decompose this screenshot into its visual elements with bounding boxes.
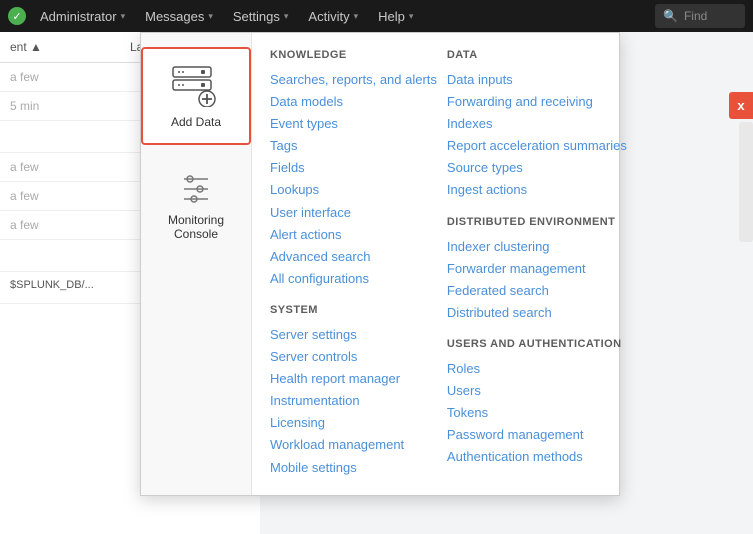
- link-workload-management[interactable]: Workload management: [270, 434, 437, 456]
- link-federated-search[interactable]: Federated search: [447, 280, 627, 302]
- data-section: DATA Data inputs Forwarding and receivin…: [447, 49, 627, 202]
- link-indexes[interactable]: Indexes: [447, 113, 627, 135]
- link-distributed-search[interactable]: Distributed search: [447, 302, 627, 324]
- knowledge-system-column: KNOWLEDGE Searches, reports, and alerts …: [270, 49, 447, 479]
- link-indexer-clustering[interactable]: Indexer clustering: [447, 236, 627, 258]
- monitoring-console-icon: [176, 169, 216, 205]
- link-user-interface[interactable]: User interface: [270, 202, 437, 224]
- nav-label-settings: Settings: [233, 9, 280, 24]
- link-data-inputs[interactable]: Data inputs: [447, 69, 627, 91]
- add-data-icon: [169, 63, 223, 107]
- caret-icon: ▾: [354, 11, 359, 22]
- caret-icon: ▾: [284, 11, 289, 22]
- link-lookups[interactable]: Lookups: [270, 179, 437, 201]
- link-searches-reports-alerts[interactable]: Searches, reports, and alerts: [270, 69, 437, 91]
- nav-item-administrator[interactable]: Administrator ▾: [30, 0, 135, 32]
- link-mobile-settings[interactable]: Mobile settings: [270, 457, 437, 479]
- link-ingest-actions[interactable]: Ingest actions: [447, 179, 627, 201]
- dropdown-sidebar: Add Data Monitoring Console: [141, 33, 252, 495]
- knowledge-header: KNOWLEDGE: [270, 49, 437, 61]
- search-bar[interactable]: 🔍 Find: [655, 4, 745, 28]
- link-forwarder-management[interactable]: Forwarder management: [447, 258, 627, 280]
- caret-icon: ▾: [208, 11, 213, 22]
- search-icon: 🔍: [663, 9, 678, 23]
- link-tokens[interactable]: Tokens: [447, 402, 627, 424]
- link-event-types[interactable]: Event types: [270, 113, 437, 135]
- link-authentication-methods[interactable]: Authentication methods: [447, 446, 627, 468]
- link-health-report-manager[interactable]: Health report manager: [270, 368, 437, 390]
- brand-logo: ✓: [8, 7, 26, 25]
- sidebar-add-data-button[interactable]: Add Data: [141, 47, 251, 145]
- sidebar-monitoring-console-button[interactable]: Monitoring Console: [141, 153, 251, 257]
- scroll-handle[interactable]: [739, 122, 753, 242]
- col-header-ent: ent ▲: [10, 40, 130, 54]
- main-area: ent ▲ Lates a few 5 min a few a few a fe…: [0, 32, 753, 534]
- nav-label-help: Help: [378, 9, 405, 24]
- distributed-section: DISTRIBUTED ENVIRONMENT Indexer clusteri…: [447, 216, 627, 324]
- top-navigation: ✓ Administrator ▾ Messages ▾ Settings ▾ …: [0, 0, 753, 32]
- link-all-configurations[interactable]: All configurations: [270, 268, 437, 290]
- nav-item-help[interactable]: Help ▾: [368, 0, 423, 32]
- nav-item-activity[interactable]: Activity ▾: [298, 0, 368, 32]
- system-header: SYSTEM: [270, 304, 437, 316]
- link-fields[interactable]: Fields: [270, 157, 437, 179]
- data-header: DATA: [447, 49, 627, 61]
- link-report-acceleration[interactable]: Report acceleration summaries: [447, 135, 627, 157]
- link-source-types[interactable]: Source types: [447, 157, 627, 179]
- nav-item-messages[interactable]: Messages ▾: [135, 0, 223, 32]
- users-auth-section: USERS AND AUTHENTICATION Roles Users Tok…: [447, 338, 627, 468]
- distributed-header: DISTRIBUTED ENVIRONMENT: [447, 216, 627, 228]
- link-forwarding-receiving[interactable]: Forwarding and receiving: [447, 91, 627, 113]
- link-roles[interactable]: Roles: [447, 358, 627, 380]
- caret-icon: ▾: [121, 11, 126, 22]
- status-indicator: ✓: [8, 7, 26, 25]
- caret-icon: ▾: [409, 11, 414, 22]
- knowledge-section: KNOWLEDGE Searches, reports, and alerts …: [270, 49, 437, 290]
- link-licensing[interactable]: Licensing: [270, 412, 437, 434]
- link-alert-actions[interactable]: Alert actions: [270, 224, 437, 246]
- nav-label-administrator: Administrator: [40, 9, 117, 24]
- nav-label-activity: Activity: [308, 9, 349, 24]
- nav-label-messages: Messages: [145, 9, 204, 24]
- link-server-settings[interactable]: Server settings: [270, 324, 437, 346]
- link-data-models[interactable]: Data models: [270, 91, 437, 113]
- users-auth-header: USERS AND AUTHENTICATION: [447, 338, 627, 350]
- link-tags[interactable]: Tags: [270, 135, 437, 157]
- link-users[interactable]: Users: [447, 380, 627, 402]
- link-password-management[interactable]: Password management: [447, 424, 627, 446]
- add-data-label: Add Data: [171, 115, 221, 129]
- search-label: Find: [684, 9, 707, 23]
- settings-dropdown: Add Data Monitoring Console: [140, 32, 620, 496]
- edge-button[interactable]: x: [729, 92, 753, 119]
- nav-item-settings[interactable]: Settings ▾: [223, 0, 299, 32]
- link-instrumentation[interactable]: Instrumentation: [270, 390, 437, 412]
- dropdown-content: KNOWLEDGE Searches, reports, and alerts …: [252, 33, 641, 495]
- data-distributed-users-column: DATA Data inputs Forwarding and receivin…: [447, 49, 627, 479]
- system-section: SYSTEM Server settings Server controls H…: [270, 304, 437, 479]
- link-server-controls[interactable]: Server controls: [270, 346, 437, 368]
- link-advanced-search[interactable]: Advanced search: [270, 246, 437, 268]
- monitoring-console-label: Monitoring Console: [153, 213, 239, 241]
